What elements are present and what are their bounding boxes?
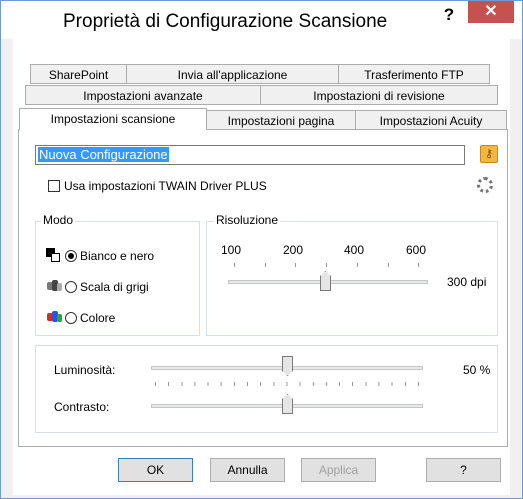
mode-option-grayscale-label: Scala di grigi <box>80 280 149 294</box>
cancel-button[interactable]: Annulla <box>210 458 285 482</box>
ok-button[interactable]: OK <box>118 458 193 482</box>
title-bar: Proprietà di Configurazione Scansione ? … <box>1 1 522 39</box>
dialog-window: Proprietà di Configurazione Scansione ? … <box>0 0 523 499</box>
key-icon[interactable]: ⚷ <box>480 145 498 163</box>
grayscale-icon <box>45 279 63 293</box>
resolution-tick-mark <box>326 263 327 267</box>
tab-impostazioni-avanzate[interactable]: Impostazioni avanzate <box>25 85 261 105</box>
apply-button[interactable]: Applica <box>301 458 376 482</box>
brightness-value: 50 % <box>463 363 491 377</box>
resolution-group-title: Risoluzione <box>214 213 281 227</box>
resolution-tick-mark <box>388 263 389 267</box>
resolution-tick-200: 200 <box>283 243 304 257</box>
mode-option-color-label: Colore <box>80 311 116 325</box>
tab-impostazioni-pagina[interactable]: Impostazioni pagina <box>206 110 356 130</box>
resolution-tick-100: 100 <box>221 243 242 257</box>
config-name-text: Nuova Configurazione <box>38 147 169 162</box>
color-icon <box>45 310 63 324</box>
radio-grayscale[interactable] <box>65 281 77 293</box>
brightness-label: Luminosità: <box>54 363 116 377</box>
black-white-icon <box>45 248 63 262</box>
resolution-tick-mark <box>357 263 358 267</box>
radio-color[interactable] <box>65 312 77 324</box>
twain-checkbox-label: Usa impostazioni TWAIN Driver PLUS <box>64 179 267 193</box>
resolution-tick-600: 600 <box>406 243 427 257</box>
mode-option-color[interactable]: Colore <box>45 310 115 325</box>
brightness-contrast-group <box>35 345 498 433</box>
help-button[interactable]: ? <box>426 458 501 482</box>
gear-icon[interactable] <box>477 177 493 193</box>
tab-sharepoint[interactable]: SharePoint <box>30 64 127 84</box>
resolution-tick-mark <box>234 263 235 267</box>
close-button[interactable]: ✕ <box>468 1 514 23</box>
mode-option-bw-label: Bianco e nero <box>80 249 155 263</box>
tab-impostazioni-revisione[interactable]: Impostazioni di revisione <box>260 85 498 105</box>
contrast-label: Contrasto: <box>54 400 110 414</box>
tab-invia-applicazione[interactable]: Invia all'applicazione <box>126 64 339 84</box>
config-name-field[interactable]: Nuova Configurazione <box>35 145 465 165</box>
resolution-value: 300 dpi <box>447 275 487 289</box>
resolution-tick-400: 400 <box>344 243 365 257</box>
mode-option-grayscale[interactable]: Scala di grigi <box>45 279 149 294</box>
tab-trasferimento-ftp[interactable]: Trasferimento FTP <box>338 64 490 84</box>
window-title: Proprietà di Configurazione Scansione <box>63 11 388 32</box>
resolution-tick-mark <box>295 263 296 267</box>
resolution-tick-mark <box>265 263 266 267</box>
twain-checkbox[interactable] <box>48 180 60 192</box>
twain-checkbox-row[interactable]: Usa impostazioni TWAIN Driver PLUS <box>48 179 267 193</box>
mode-group-title: Modo <box>41 213 76 227</box>
resolution-tick-mark <box>418 263 419 267</box>
tab-impostazioni-scansione[interactable]: Impostazioni scansione <box>19 108 207 130</box>
help-title-button[interactable]: ? <box>439 3 459 27</box>
radio-bw[interactable] <box>65 250 77 262</box>
mode-option-bw[interactable]: Bianco e nero <box>45 248 154 263</box>
tab-impostazioni-acuity[interactable]: Impostazioni Acuity <box>355 110 507 130</box>
shared-tick-row <box>155 382 419 386</box>
close-icon: ✕ <box>484 3 498 20</box>
